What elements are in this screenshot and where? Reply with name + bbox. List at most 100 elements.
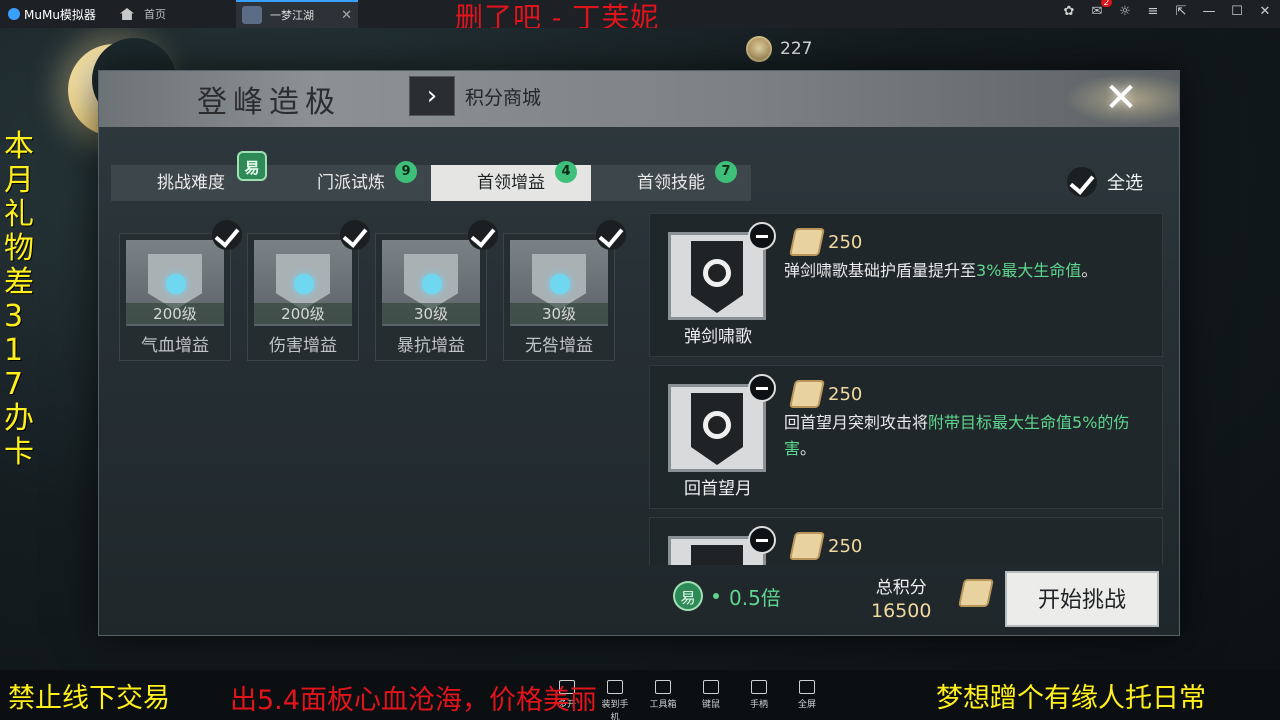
toolbar-keymouse[interactable]: 键鼠: [694, 680, 728, 720]
buff-card[interactable]: 30级 暴抗增益: [375, 220, 498, 361]
buff-name: 伤害增益: [269, 336, 337, 356]
desc-text: 回首望月突刺攻击将: [784, 413, 929, 432]
buff-level: 200级: [254, 303, 352, 324]
phone-icon: [607, 680, 623, 694]
multiplier-value: 0.5倍: [729, 585, 781, 610]
close-window-icon[interactable]: ✕: [1258, 4, 1272, 19]
desc-highlight: 3%最大生命值: [976, 261, 1082, 280]
toolbox-icon: [655, 680, 671, 694]
tab-difficulty[interactable]: 挑战难度 易: [111, 151, 271, 201]
tab-badge: 9: [395, 161, 417, 183]
buff-level: 200级: [126, 303, 224, 324]
daily-help-text: 梦想蹭个有缘人托日常: [936, 683, 1206, 714]
skill-list[interactable]: 弹剑啸歌 250 弹剑啸歌基础护盾量提升至3%最大生命值。 回首望月 250 回…: [649, 213, 1163, 565]
shop-arrow-button[interactable]: ›: [409, 76, 455, 116]
panel-title: 登峰造极: [197, 85, 341, 120]
gem-icon: [422, 274, 442, 294]
tab-label: 首领增益: [477, 173, 545, 193]
remove-skill-button[interactable]: [748, 526, 776, 554]
buff-card[interactable]: 200级 伤害增益: [247, 220, 370, 361]
gift-icon[interactable]: ✿: [1062, 4, 1076, 19]
toolbar-install-phone[interactable]: 装到手机: [598, 680, 632, 720]
game-viewport: 227 登峰造极 › 积分商城 ✕ 挑战难度 易 门派试炼 9 首领增益 4 首…: [0, 28, 1280, 720]
desc-tail: 。: [1081, 261, 1098, 280]
tab-boss-skill[interactable]: 首领技能 7: [591, 161, 751, 201]
skill-name: 弹剑啸歌: [684, 327, 752, 347]
mail-icon[interactable]: ✉ 2: [1090, 0, 1112, 19]
desc-tail: 。: [800, 439, 817, 458]
app-logo: MuMu模拟器: [0, 6, 120, 23]
total-label: 总积分: [875, 578, 927, 598]
app-name: MuMu模拟器: [24, 7, 96, 22]
buff-level: 30级: [382, 303, 480, 324]
toolbar-label: 全屏: [797, 700, 816, 710]
tab-bar: 挑战难度 易 门派试炼 9 首领增益 4 首领技能 7: [111, 151, 751, 201]
home-icon: [120, 8, 134, 20]
skill-item: 250: [649, 517, 1163, 565]
toolbar-toolbox[interactable]: 工具箱: [646, 680, 680, 720]
buff-grid: 200级 气血增益 200级 伤害增益 30级 暴抗增益 30级 无咎增益: [119, 220, 626, 361]
tab-game-title: 一梦江湖: [270, 9, 314, 22]
tab-label: 门派试炼: [317, 173, 385, 193]
difficulty-badge: 易: [673, 581, 703, 611]
gem-icon: [166, 274, 186, 294]
toolbar-label: 工具箱: [649, 700, 677, 710]
currency-value: 227: [780, 39, 813, 59]
skill-description: 回首望月突刺攻击将附带目标最大生命值5%的伤害。: [784, 410, 1158, 462]
currency-icon: [746, 36, 772, 62]
toolbar-label: 装到手机: [601, 700, 629, 720]
total-value: 16500: [871, 600, 932, 622]
tab-badge: 易: [237, 151, 267, 181]
checkmark-icon: [468, 220, 498, 250]
tab-badge: 7: [715, 161, 737, 183]
buff-name: 无咎增益: [525, 336, 593, 356]
scroll-icon: [789, 228, 825, 256]
game-thumb-icon: [242, 6, 262, 24]
buff-card[interactable]: 200级 气血增益: [119, 220, 242, 361]
panel-footer: 易 0.5倍 总积分 16500 开始挑战: [649, 565, 1163, 633]
skill-cost-value: 250: [828, 383, 863, 405]
tab-boss-buff[interactable]: 首领增益 4: [431, 161, 591, 201]
scroll-icon: [789, 532, 825, 560]
gem-icon: [550, 274, 570, 294]
remove-skill-button[interactable]: [748, 222, 776, 250]
close-panel-button[interactable]: ✕: [1099, 76, 1143, 120]
buff-level: 30级: [510, 303, 608, 324]
desc-text: 弹剑啸歌基础护盾量提升至: [784, 261, 977, 280]
start-challenge-button[interactable]: 开始挑战: [1005, 571, 1159, 627]
no-offline-trade-text: 禁止线下交易: [8, 683, 170, 714]
sale-notice-text: 出5.4面板心血沧海，价格美丽: [230, 685, 597, 716]
settings-icon[interactable]: ☼: [1118, 4, 1132, 19]
toolbar-fullscreen[interactable]: 全屏: [790, 680, 824, 720]
popout-icon[interactable]: ⇱: [1174, 4, 1188, 19]
select-all-toggle[interactable]: 全选: [1067, 167, 1143, 197]
total-points: 总积分 16500: [871, 573, 931, 622]
mask-icon: [703, 411, 731, 439]
scroll-icon: [789, 380, 825, 408]
difficulty-multiplier: 易 0.5倍: [673, 581, 781, 611]
skill-cost: 250: [789, 532, 862, 560]
keyboard-icon: [703, 680, 719, 694]
skill-name: 回首望月: [684, 479, 752, 499]
checkmark-icon: [1067, 167, 1097, 197]
skill-item: 弹剑啸歌 250 弹剑啸歌基础护盾量提升至3%最大生命值。: [649, 213, 1163, 357]
checkmark-icon: [596, 220, 626, 250]
toolbar-label: 手柄: [749, 700, 768, 710]
gamepad-icon: [751, 680, 767, 694]
points-shop-link[interactable]: 积分商城: [465, 83, 541, 110]
minimize-icon[interactable]: —: [1202, 4, 1216, 19]
skill-description: 弹剑啸歌基础护盾量提升至3%最大生命值。: [784, 258, 1158, 284]
home-tab[interactable]: 首页: [120, 6, 236, 22]
tab-sect-trial[interactable]: 门派试炼 9: [271, 161, 431, 201]
tab-badge: 4: [555, 161, 577, 183]
toolbar-label: 键鼠: [701, 700, 720, 710]
remove-skill-button[interactable]: [748, 374, 776, 402]
close-tab-icon[interactable]: ✕: [341, 8, 352, 23]
toolbar-gamepad[interactable]: 手柄: [742, 680, 776, 720]
tab-game[interactable]: 一梦江湖 ✕: [236, 0, 358, 28]
buff-card[interactable]: 30级 无咎增益: [503, 220, 626, 361]
menu-icon[interactable]: ≡: [1146, 4, 1160, 19]
buff-name: 暴抗增益: [397, 336, 465, 356]
skill-cost-value: 250: [828, 231, 863, 253]
maximize-icon[interactable]: ☐: [1230, 4, 1244, 19]
